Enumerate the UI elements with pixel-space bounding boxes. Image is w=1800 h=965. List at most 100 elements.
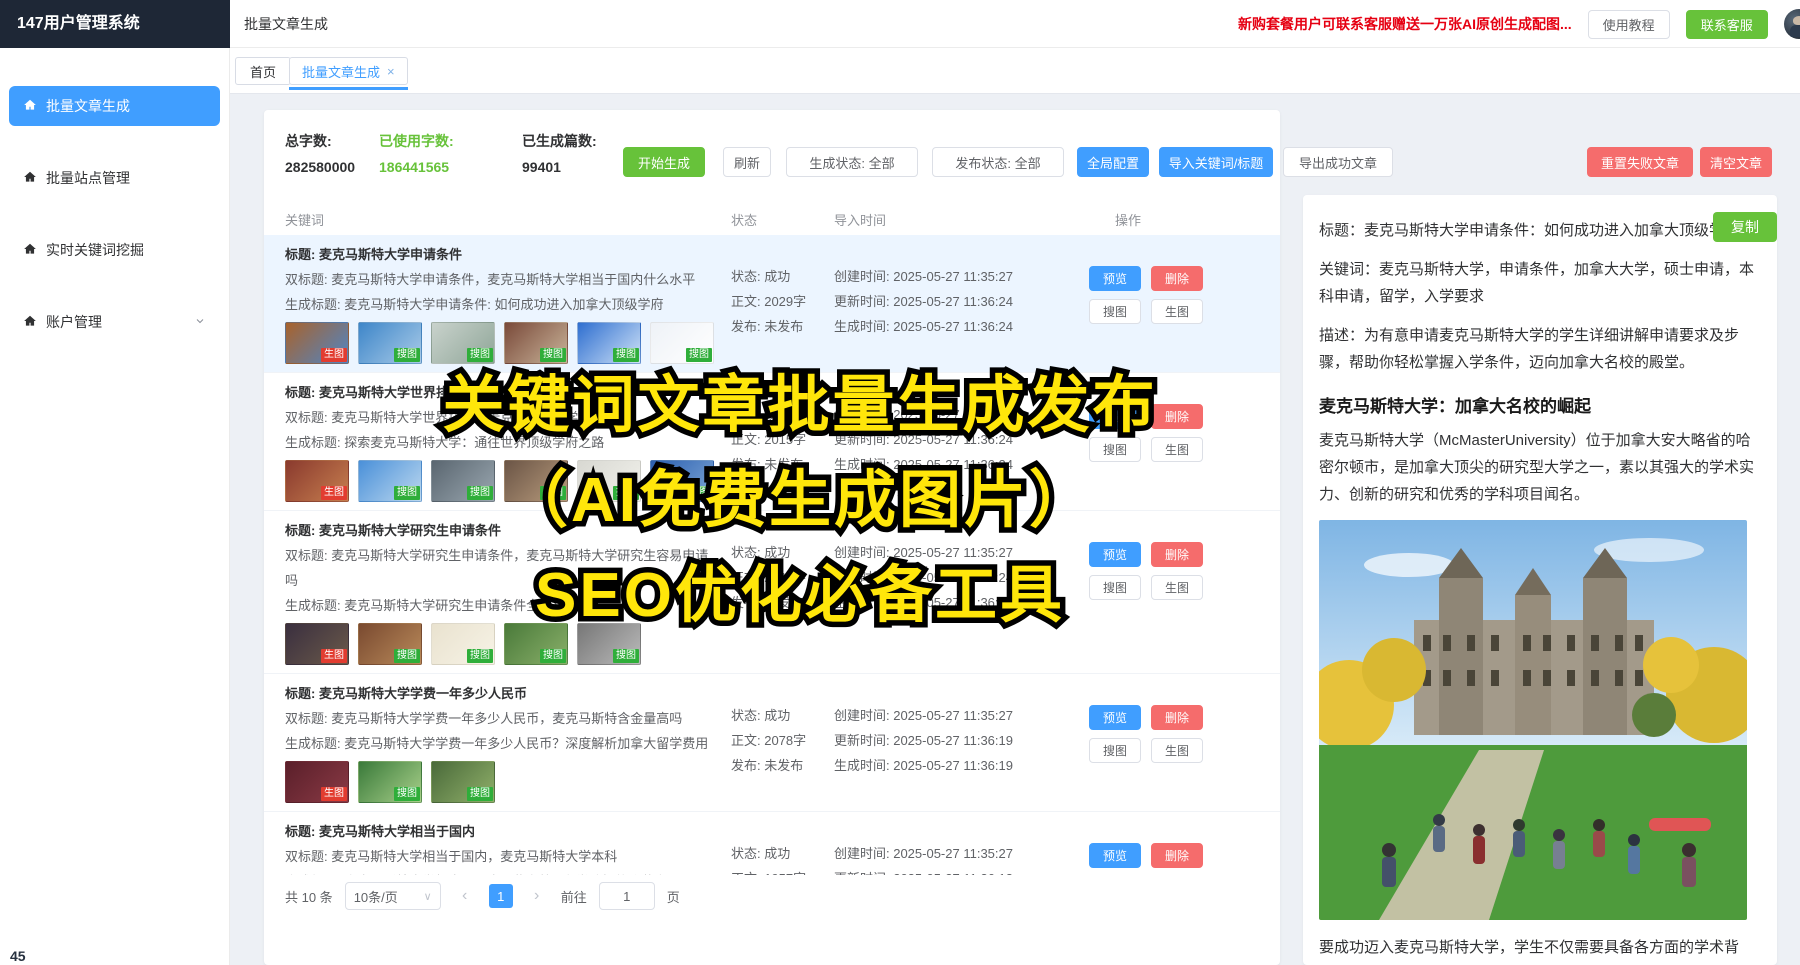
thumbnail-badge: 生图 — [321, 348, 347, 362]
created-time: 创建时间: 2025-05-27 11:35:27 — [834, 402, 1089, 427]
time-cell: 创建时间: 2025-05-27 11:35:27 更新时间: 2025-05-… — [834, 380, 1089, 502]
article-thumbnail[interactable]: 搜图 — [650, 460, 714, 502]
status-cell: 状态: 成功 正文: 2015字 发布: 未发布 — [731, 380, 834, 502]
generate-status-filter[interactable]: 生成状态: 全部 — [786, 147, 918, 177]
copy-button[interactable]: 复制 — [1713, 212, 1777, 242]
search-image-button[interactable]: 搜图 — [1089, 738, 1141, 763]
generated-time: 生成时间: 2025-05-27 11:36:24 — [834, 452, 1089, 477]
article-thumbnail[interactable]: 搜图 — [431, 322, 495, 364]
article-generated-title: 生成标题: 探索麦克马斯特大学：通往世界顶级学府之路 — [285, 430, 715, 455]
thumbnail-badge: 生图 — [321, 486, 347, 500]
table-row[interactable]: 标题: 麦克马斯特大学研究生申请条件 双标题: 麦克马斯特大学研究生申请条件，麦… — [264, 511, 1280, 674]
publish-status-filter[interactable]: 发布状态: 全部 — [932, 147, 1064, 177]
thumbnail-badge: 搜图 — [467, 787, 493, 801]
created-time: 创建时间: 2025-05-27 11:35:27 — [834, 540, 1089, 565]
article-thumbnail[interactable]: 搜图 — [504, 623, 568, 665]
campus-photo — [1319, 520, 1747, 920]
page-number-1[interactable]: 1 — [489, 884, 513, 908]
generated-time: 生成时间: 2025-05-27 11:36:24 — [834, 590, 1089, 615]
search-image-button[interactable]: 搜图 — [1089, 299, 1141, 324]
preview-button[interactable]: 预览 — [1089, 266, 1141, 291]
thumbnail-badge: 搜图 — [394, 486, 420, 500]
article-thumbnail[interactable]: 搜图 — [358, 761, 422, 803]
table-row[interactable]: 标题: 麦克马斯特大学学费一年多少人民币 双标题: 麦克马斯特大学学费一年多少人… — [264, 674, 1280, 812]
tab-bar: 首页 批量文章生成 × — [230, 48, 1800, 94]
sidebar-item-batch-site[interactable]: 批量站点管理 — [9, 158, 220, 198]
thumbnail-badge: 搜图 — [686, 486, 712, 500]
tab-close-icon[interactable]: × — [387, 64, 395, 79]
article-thumbnail[interactable]: 搜图 — [577, 460, 641, 502]
delete-button[interactable]: 删除 — [1151, 705, 1203, 730]
generate-image-button[interactable]: 生图 — [1151, 299, 1203, 324]
search-image-button[interactable]: 搜图 — [1089, 575, 1141, 600]
article-thumbnail[interactable]: 搜图 — [504, 460, 568, 502]
clear-articles-button[interactable]: 清空文章 — [1700, 147, 1772, 177]
preview-button[interactable]: 预览 — [1089, 705, 1141, 730]
search-image-button[interactable]: 搜图 — [1089, 437, 1141, 462]
article-thumbnail[interactable]: 搜图 — [358, 623, 422, 665]
global-config-button[interactable]: 全局配置 — [1077, 147, 1149, 177]
preview-footer-text: 要成功迈入麦克马斯特大学，学生不仅需要具备各方面的学术背景... — [1319, 934, 1761, 965]
delete-button[interactable]: 删除 — [1151, 843, 1203, 868]
header-right: 新购套餐用户可联系客服赠送一万张AI原创生成配图... 使用教程 联系客服 65… — [1238, 0, 1800, 48]
article-thumbnail[interactable]: 生图 — [285, 460, 349, 502]
thumbnail-badge: 生图 — [321, 787, 347, 801]
goto-page-input[interactable] — [599, 882, 655, 910]
preview-button[interactable]: 预览 — [1089, 404, 1141, 429]
thumbnail-badge: 搜图 — [467, 486, 493, 500]
preview-button[interactable]: 预览 — [1089, 542, 1141, 567]
table-row[interactable]: 标题: 麦克马斯特大学相当于国内 双标题: 麦克马斯特大学相当于国内，麦克马斯特… — [264, 812, 1280, 875]
article-thumbnail[interactable]: 生图 — [285, 761, 349, 803]
article-thumbnail[interactable]: 搜图 — [358, 460, 422, 502]
page-unit-label: 页 — [667, 887, 680, 906]
import-keywords-button[interactable]: 导入关键词/标题 — [1159, 147, 1273, 177]
sidebar-item-account[interactable]: 账户管理 — [9, 302, 220, 342]
generate-image-button[interactable]: 生图 — [1151, 738, 1203, 763]
sidebar-item-batch-article[interactable]: 批量文章生成 — [9, 86, 220, 126]
article-thumbnail[interactable]: 搜图 — [431, 460, 495, 502]
delete-button[interactable]: 删除 — [1151, 266, 1203, 291]
next-page-button[interactable]: › — [525, 884, 549, 908]
article-thumbnail[interactable]: 搜图 — [577, 623, 641, 665]
tutorial-button[interactable]: 使用教程 — [1588, 10, 1670, 39]
start-generate-button[interactable]: 开始生成 — [623, 147, 705, 177]
created-time: 创建时间: 2025-05-27 11:35:27 — [834, 841, 1089, 866]
article-thumbnail[interactable]: 搜图 — [504, 322, 568, 364]
article-list-card: 总字数: 282580000 已使用字数: 186441565 已生成篇数: 9… — [264, 110, 1280, 965]
page-size-select[interactable]: 10条/页 ∨ — [345, 882, 441, 910]
article-thumbnail[interactable]: 搜图 — [577, 322, 641, 364]
generate-image-button[interactable]: 生图 — [1151, 575, 1203, 600]
preview-button[interactable]: 预览 — [1089, 843, 1141, 868]
tab-home[interactable]: 首页 — [235, 57, 291, 85]
article-thumbnail[interactable]: 搜图 — [358, 322, 422, 364]
keyword-cell: 标题: 麦克马斯特大学研究生申请条件 双标题: 麦克马斯特大学研究生申请条件，麦… — [285, 518, 715, 665]
delete-button[interactable]: 删除 — [1151, 404, 1203, 429]
operations-cell: 预览 删除 搜图 生图 — [1089, 380, 1229, 502]
tab-label: 首页 — [250, 62, 276, 81]
user-avatar[interactable] — [1784, 9, 1800, 39]
article-thumbnail[interactable]: 搜图 — [431, 623, 495, 665]
delete-button[interactable]: 删除 — [1151, 542, 1203, 567]
sidebar-item-keyword-mining[interactable]: 实时关键词挖掘 — [9, 230, 220, 270]
thumbnail-strip: 生图搜图搜图 — [285, 761, 715, 803]
tab-batch-article[interactable]: 批量文章生成 × — [289, 57, 408, 85]
export-success-button[interactable]: 导出成功文章 — [1283, 147, 1393, 177]
table-row[interactable]: 标题: 麦克马斯特大学世界排名 双标题: 麦克马斯特大学世界排名，麦克马斯特大学… — [264, 373, 1280, 511]
refresh-button[interactable]: 刷新 — [723, 147, 771, 177]
article-thumbnail[interactable]: 搜图 — [431, 761, 495, 803]
article-thumbnail[interactable]: 生图 — [285, 623, 349, 665]
thumbnail-badge: 搜图 — [613, 486, 639, 500]
operations-cell: 预览 删除 搜图 生图 — [1089, 819, 1229, 875]
operations-cell: 预览 删除 搜图 生图 — [1089, 242, 1229, 364]
article-thumbnail[interactable]: 搜图 — [650, 322, 714, 364]
reset-failed-button[interactable]: 重置失败文章 — [1587, 147, 1693, 177]
column-operations: 操作 — [1115, 210, 1141, 229]
thumbnail-badge: 搜图 — [613, 649, 639, 663]
prev-page-button[interactable]: ‹ — [453, 884, 477, 908]
article-thumbnail[interactable]: 生图 — [285, 322, 349, 364]
generate-image-button[interactable]: 生图 — [1151, 437, 1203, 462]
contact-support-button[interactable]: 联系客服 — [1686, 10, 1768, 39]
thumbnail-badge: 搜图 — [540, 348, 566, 362]
table-row[interactable]: 标题: 麦克马斯特大学申请条件 双标题: 麦克马斯特大学申请条件，麦克马斯特大学… — [264, 235, 1280, 373]
operations-cell: 预览 删除 搜图 生图 — [1089, 681, 1229, 803]
